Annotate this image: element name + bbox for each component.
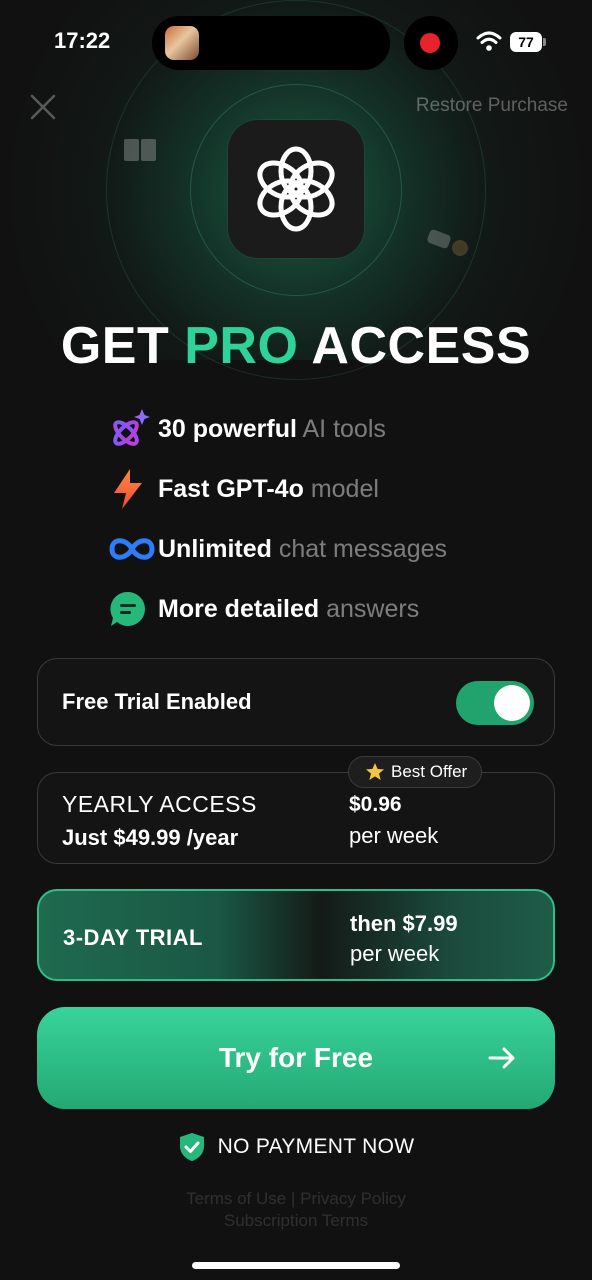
yearly-plan-title: YEARLY ACCESS	[62, 791, 257, 817]
feature-bold: 30 powerful	[158, 414, 297, 443]
best-offer-label: Best Offer	[391, 762, 468, 781]
free-trial-label: Free Trial Enabled	[62, 689, 252, 714]
lightning-icon	[114, 469, 142, 509]
legal-separator: |	[290, 1189, 296, 1208]
battery-indicator: 77	[510, 32, 542, 52]
try-for-free-button[interactable]: Try for Free	[37, 1007, 555, 1109]
no-payment-label: NO PAYMENT NOW	[217, 1135, 415, 1158]
battery-nub	[543, 38, 546, 46]
book-icon	[124, 139, 156, 161]
feature-bold: Unlimited	[158, 534, 272, 563]
yearly-plan-period: per week	[349, 823, 439, 848]
yearly-plan-option[interactable]: YEARLY ACCESS Just $49.99 /year $0.96 pe…	[37, 772, 555, 864]
close-icon[interactable]	[28, 92, 58, 122]
feature-rest: answers	[326, 594, 420, 623]
tools-icon	[427, 229, 468, 256]
feature-bold: Fast GPT-4o	[158, 474, 304, 503]
subscription-terms-link[interactable]: Subscription Terms	[224, 1211, 368, 1230]
free-trial-card: Free Trial Enabled	[37, 658, 555, 746]
title-pro: PRO	[184, 317, 299, 375]
shield-check-icon	[179, 1133, 204, 1161]
yearly-plan-price: $0.96	[349, 793, 402, 816]
privacy-policy-link[interactable]: Privacy Policy	[300, 1189, 406, 1208]
feature-item-answers: More detailed answers	[108, 587, 419, 631]
infinity-icon	[109, 538, 155, 560]
feature-item-model: Fast GPT-4o model	[108, 467, 379, 511]
arrow-right-icon	[488, 1047, 515, 1069]
yearly-plan-subtitle: Just $49.99 /year	[62, 825, 239, 850]
toggle-knob	[494, 685, 530, 721]
feature-bold: More detailed	[158, 594, 320, 623]
feature-rest: model	[310, 474, 379, 503]
app-thumbnail-icon	[165, 26, 199, 60]
free-trial-toggle[interactable]	[456, 681, 534, 725]
cta-label: Try for Free	[218, 1042, 374, 1073]
feature-rest: chat messages	[278, 534, 447, 563]
openai-knot-icon	[257, 146, 335, 232]
wifi-icon	[476, 31, 502, 51]
trial-plan-price: then $7.99	[350, 911, 458, 936]
legal-links: Terms of Use | Privacy Policy Subscripti…	[0, 1188, 592, 1232]
restore-purchase-button[interactable]: Restore Purchase	[416, 95, 568, 117]
no-payment-notice: NO PAYMENT NOW	[0, 1132, 592, 1162]
feature-item-ai-tools: 30 powerful AI tools	[108, 407, 386, 451]
recording-dot-icon	[420, 33, 440, 53]
chat-bubble-icon	[110, 591, 145, 626]
trial-plan-option[interactable]: 3-DAY TRIAL then $7.99 per week	[37, 889, 555, 981]
page-title: GET PRO ACCESS	[0, 316, 592, 376]
trial-plan-title: 3-DAY TRIAL	[63, 925, 203, 950]
feature-rest: AI tools	[302, 414, 386, 443]
title-get: GET	[60, 317, 170, 375]
app-logo	[228, 120, 364, 258]
star-icon	[366, 763, 384, 780]
sparkle-atom-icon	[113, 409, 150, 446]
home-indicator	[192, 1262, 400, 1269]
trial-plan-period: per week	[350, 941, 440, 966]
title-access: ACCESS	[311, 317, 532, 375]
terms-of-use-link[interactable]: Terms of Use	[186, 1189, 286, 1208]
best-offer-badge: Best Offer	[348, 756, 483, 788]
feature-item-messages: Unlimited chat messages	[108, 527, 447, 571]
status-time: 17:22	[54, 28, 111, 53]
